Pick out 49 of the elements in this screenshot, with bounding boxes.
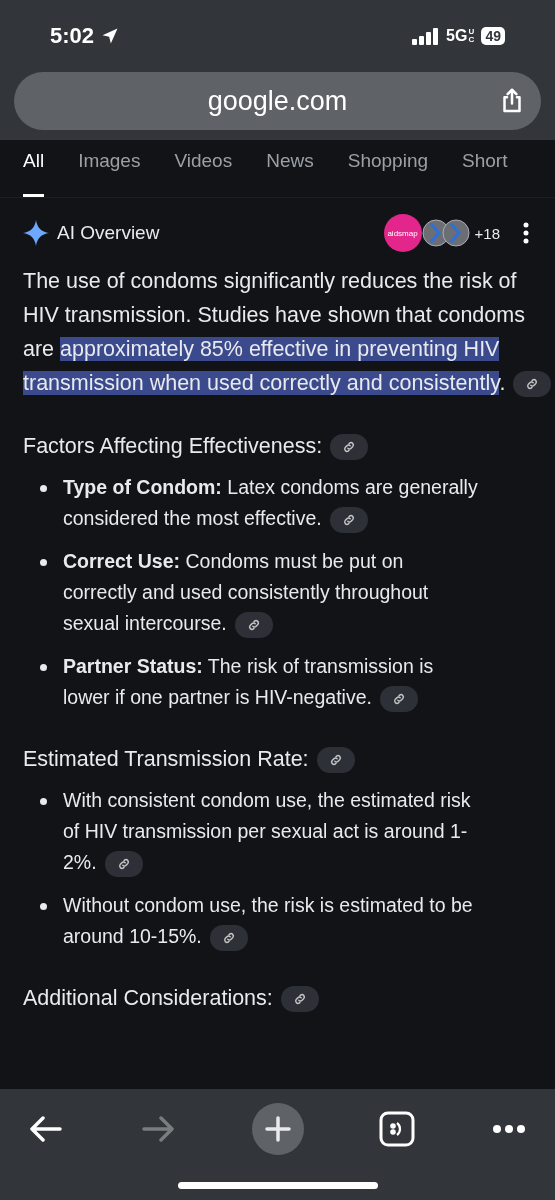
link-button[interactable]	[316, 747, 355, 774]
link-icon	[341, 512, 356, 527]
search-tab[interactable]: News	[266, 140, 314, 197]
bullet-icon	[40, 559, 47, 566]
link-button[interactable]	[280, 986, 319, 1013]
bullet-text: Without condom use, the risk is estimated to be around 10-15%.	[63, 890, 532, 952]
section-heading: Estimated Transmission Rate:	[23, 746, 309, 773]
section-title: AI Overview	[57, 222, 161, 244]
link-icon	[328, 753, 343, 768]
search-tab[interactable]: Short	[462, 140, 508, 197]
source-count[interactable]: +18	[474, 224, 500, 242]
link-icon	[116, 856, 131, 871]
link-button[interactable]	[379, 685, 418, 712]
signal-icon	[412, 27, 441, 45]
new-tab-button[interactable]	[251, 1103, 304, 1155]
section-heading: Factors Affecting Effectiveness:	[23, 433, 323, 460]
link-button[interactable]	[329, 506, 368, 533]
link-button[interactable]	[234, 611, 273, 638]
bullet-icon	[40, 903, 47, 910]
address-bar[interactable]: google.com	[14, 72, 541, 130]
bullet-icon	[40, 485, 47, 492]
link-button[interactable]	[209, 924, 248, 951]
search-tab[interactable]: Shopping	[347, 140, 428, 197]
link-button[interactable]	[513, 371, 552, 398]
bullet-text: With consistent condom use, the estimated risk of HIV transmission per sexual act is around 1-2%.	[63, 785, 532, 878]
source-logo[interactable]: aidsmap	[383, 214, 422, 252]
search-tab[interactable]: All	[23, 140, 45, 197]
link-icon	[246, 617, 261, 632]
sparkle-icon	[23, 220, 49, 246]
battery-level: 49	[481, 27, 505, 45]
tabs-icon[interactable]	[379, 1111, 416, 1147]
bullet-icon	[40, 664, 47, 671]
search-tab[interactable]: Images	[78, 140, 141, 197]
link-icon	[342, 440, 357, 455]
bullet-text: Partner Status: The risk of transmission is lower if one partner is HIV-negative.	[63, 651, 532, 713]
plus-icon	[263, 1115, 292, 1143]
bullet-text: Correct Use: Condoms must be put on correctly and used consistently throughout sexual intercourse.	[63, 546, 532, 639]
link-button[interactable]	[330, 434, 369, 461]
link-icon	[391, 691, 406, 706]
bullet-text: Type of Condom: Latex condoms are generally considered the most effective.	[63, 472, 532, 534]
section-heading: Additional Considerations:	[23, 985, 273, 1012]
link-icon	[525, 377, 540, 392]
source-chevron-icon[interactable]	[421, 219, 472, 247]
link-icon	[221, 930, 236, 945]
status-time: 5:02	[50, 23, 95, 49]
link-button[interactable]	[104, 850, 143, 877]
link-icon	[292, 992, 307, 1007]
bullet-icon	[40, 798, 47, 805]
search-tab[interactable]: Videos	[174, 140, 233, 197]
